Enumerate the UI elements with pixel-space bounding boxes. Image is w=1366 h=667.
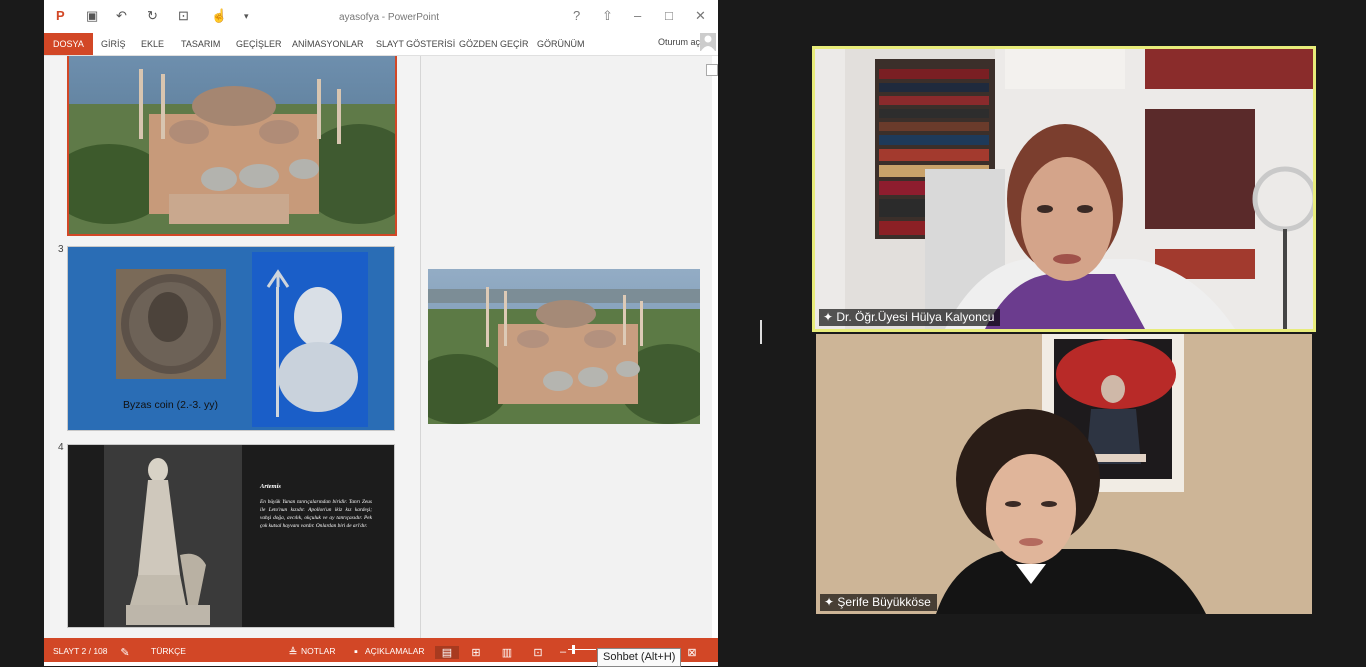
title-bar: P ▣ ↶ ↻ ⊡ ☝ ▾ ayasofya - PowerPoint ? ⇧ … [44,0,718,33]
video-tile-active-speaker[interactable]: ✦ Dr. Öğr.Üyesi Hülya Kalyoncu [812,46,1316,332]
coin-caption: Byzas coin (2.-3. yy) [122,399,219,411]
comments-button[interactable]: AÇIKLAMALAR [365,646,425,656]
tab-review[interactable]: GÖZDEN GEÇİR [459,39,529,49]
participant-name-label: ✦ Şerife Büyükköse [820,594,937,611]
tab-animations[interactable]: ANİMASYONLAR [292,39,364,49]
spell-check-icon[interactable]: ✎ [118,646,132,659]
avatar-icon[interactable] [700,33,716,51]
touch-mode-icon[interactable]: ☝ [211,8,227,24]
document-title: ayasofya - PowerPoint [339,12,440,23]
tab-design[interactable]: TASARIM [181,39,220,49]
slide-number-4: 4 [58,442,64,453]
reading-view-icon[interactable]: ▥ [500,646,514,659]
normal-view-icon[interactable]: ▤ [435,646,459,659]
chat-tooltip: Sohbet (Alt+H) [597,648,682,667]
participant-video-feed [816,334,1312,614]
slide-editing-area[interactable] [421,56,712,638]
slideshow-view-icon[interactable]: ⊡ [531,646,545,659]
splitter-handle[interactable] [760,320,762,344]
powerpoint-window: P ▣ ↶ ↻ ⊡ ☝ ▾ ayasofya - PowerPoint ? ⇧ … [44,0,718,666]
customize-toolbar-icon[interactable]: ▾ [244,11,249,22]
slide-thumbnail-4[interactable]: Artemis En büyük Yunan tanrıçalarından b… [67,444,395,628]
slide-thumbnail-2[interactable] [67,56,397,236]
redo-icon[interactable]: ↻ [147,8,158,24]
notes-icon[interactable]: ≜ [286,646,300,659]
help-button[interactable]: ? [573,8,580,23]
ribbon-display-options-icon[interactable]: ⇧ [602,8,613,24]
zoom-slider-thumb[interactable] [572,645,575,654]
undo-icon[interactable]: ↶ [116,8,127,24]
save-icon[interactable]: ▣ [86,8,98,24]
tab-transitions[interactable]: GEÇİŞLER [236,39,282,49]
scrollbar-box[interactable] [706,64,718,76]
language-indicator[interactable]: TÜRKÇE [151,646,186,656]
artemis-heading: Artemis [260,483,281,490]
slide-thumbnail-3[interactable]: Byzas coin (2.-3. yy) [67,246,395,431]
slide-sorter-icon[interactable]: ⊞ [469,646,483,659]
artemis-text: En büyük Yunan tanrıçalarından biridir. … [260,499,372,529]
zoom-out-icon[interactable]: – [556,646,570,659]
artemis-statue-image [104,445,242,627]
signin-link[interactable]: Oturum aç [658,37,700,47]
start-slideshow-icon[interactable]: ⊡ [178,8,189,24]
pin-icon: ✦ [824,595,838,609]
speaker-video-feed [815,49,1313,329]
tab-file[interactable]: DOSYA [44,33,93,55]
notes-button[interactable]: NOTLAR [301,646,335,656]
video-tile-participant[interactable]: ✦ Şerife Büyükköse [816,334,1312,614]
main-slide-hagia-sophia-image [428,269,700,424]
tab-slideshow[interactable]: SLAYT GÖSTERİSİ [376,39,455,49]
tab-view[interactable]: GÖRÜNÜM [537,39,585,49]
slide-thumbnails-pane[interactable]: 3 Byzas coin (2.-3. yy) 4 Artemis En büy… [44,56,421,638]
maximize-icon[interactable]: □ [665,8,673,23]
hagia-sophia-image [69,56,395,234]
tab-home[interactable]: GİRİŞ [101,39,126,49]
powerpoint-logo-icon: P [56,8,65,23]
pin-icon: ✦ [823,310,837,324]
close-icon[interactable]: ✕ [695,8,706,24]
minimize-icon[interactable]: – [634,8,641,23]
ribbon-tabs: DOSYA GİRİŞ EKLE TASARIM GEÇİŞLER ANİMAS… [44,33,718,56]
participant-name-label: ✦ Dr. Öğr.Üyesi Hülya Kalyoncu [819,309,1001,326]
fit-to-window-icon[interactable]: ⊠ [685,646,699,659]
slide-counter: SLAYT 2 / 108 [53,646,108,656]
comments-icon[interactable]: ▪ [349,646,363,659]
slide-number-3: 3 [58,244,64,255]
tab-insert[interactable]: EKLE [141,39,164,49]
